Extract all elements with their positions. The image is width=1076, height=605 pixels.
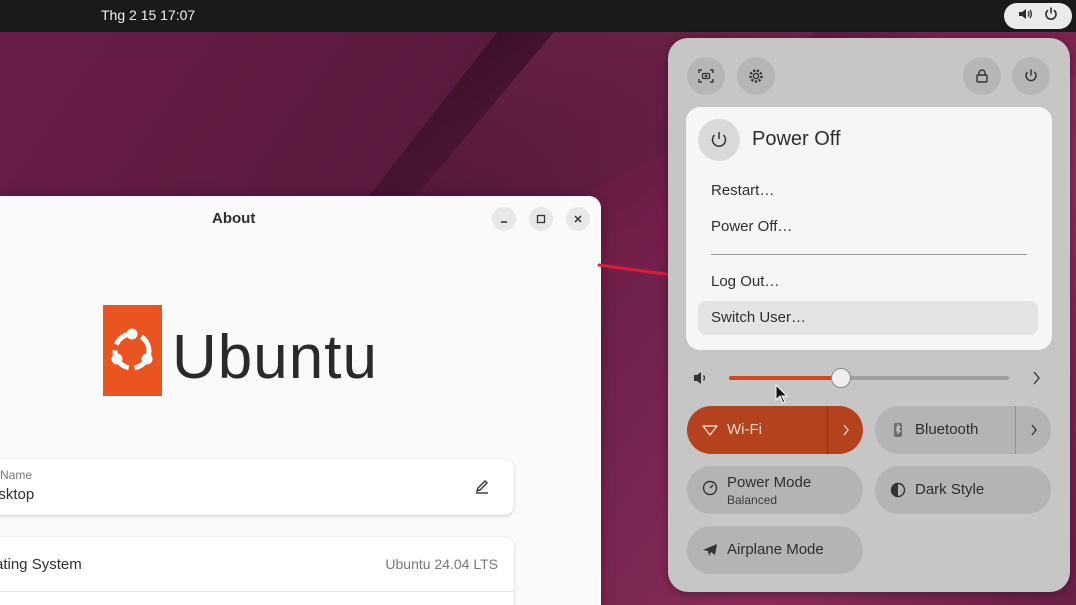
- chevron-right-icon[interactable]: [1030, 369, 1042, 387]
- device-name-label: e Name: [0, 468, 33, 482]
- lock-icon: [976, 69, 988, 83]
- speaker-icon: [1017, 6, 1033, 27]
- airplane-icon: [703, 544, 717, 556]
- settings-icon: [749, 69, 763, 83]
- power-icon: [1025, 69, 1037, 82]
- power-off-menu: Power Off Restart… Power Off… Log Out… S…: [686, 107, 1052, 350]
- dark-style-tile[interactable]: Dark Style: [875, 466, 1051, 514]
- airplane-mode-label: Airplane Mode: [727, 541, 824, 558]
- wifi-icon: [702, 425, 718, 436]
- power-mode-icon: [702, 480, 718, 496]
- menu-item-log-out[interactable]: Log Out…: [698, 265, 1038, 299]
- power-mode-value: Balanced: [727, 493, 778, 507]
- close-icon: [574, 215, 582, 223]
- power-button[interactable]: [1012, 57, 1050, 95]
- system-tray[interactable]: [1004, 3, 1072, 29]
- airplane-mode-tile[interactable]: Airplane Mode: [687, 526, 863, 574]
- lock-button[interactable]: [963, 57, 1001, 95]
- menu-item-power-off[interactable]: Power Off…: [698, 210, 1038, 244]
- window-title: About: [212, 210, 256, 227]
- about-window: About Ubuntu e Name esktop rating System…: [0, 196, 601, 605]
- mouse-cursor-icon: [775, 384, 789, 404]
- maximize-icon: [536, 214, 546, 224]
- os-label: rating System: [0, 556, 82, 573]
- minimize-button[interactable]: [492, 207, 516, 231]
- system-info-card: rating System Ubuntu 24.04 LTS: [0, 537, 514, 605]
- os-row: rating System Ubuntu 24.04 LTS: [0, 537, 514, 592]
- wifi-tile[interactable]: Wi-Fi: [687, 406, 863, 454]
- clock[interactable]: Thg 2 15 17:07: [101, 7, 195, 23]
- os-value: Ubuntu 24.04 LTS: [385, 556, 498, 572]
- menu-separator: [711, 254, 1027, 255]
- bluetooth-tile[interactable]: Bluetooth: [875, 406, 1051, 454]
- menu-item-restart[interactable]: Restart…: [698, 174, 1038, 208]
- device-name-value: esktop: [0, 486, 35, 503]
- dark-style-icon: [890, 482, 906, 498]
- ubuntu-logo-mark: [103, 305, 162, 396]
- edit-icon[interactable]: [472, 477, 492, 497]
- screenshot-button[interactable]: [687, 57, 725, 95]
- volume-icon[interactable]: [692, 370, 710, 386]
- power-mode-label: Power Mode: [727, 474, 812, 491]
- wifi-expand-button[interactable]: [827, 406, 863, 454]
- chevron-right-icon: [1030, 424, 1037, 436]
- quick-settings-panel: Power Off Restart… Power Off… Log Out… S…: [668, 38, 1070, 592]
- device-name-row[interactable]: e Name esktop: [0, 459, 514, 515]
- top-bar: Thg 2 15 17:07: [0, 0, 1076, 32]
- menu-item-switch-user[interactable]: Switch User…: [698, 301, 1038, 335]
- power-off-icon: [698, 119, 740, 161]
- wifi-label: Wi-Fi: [727, 421, 762, 438]
- volume-slider[interactable]: [729, 368, 1009, 388]
- screenshot-icon: [698, 69, 714, 83]
- power-mode-tile[interactable]: Power Mode Balanced: [687, 466, 863, 514]
- maximize-button[interactable]: [529, 207, 553, 231]
- chevron-right-icon: [842, 424, 849, 436]
- dark-style-label: Dark Style: [915, 481, 985, 498]
- close-button[interactable]: [566, 207, 590, 231]
- bluetooth-icon: [894, 423, 902, 437]
- minimize-icon: [501, 221, 507, 223]
- bluetooth-label: Bluetooth: [915, 421, 979, 438]
- bluetooth-expand-button[interactable]: [1015, 406, 1051, 454]
- volume-slider-fill: [729, 376, 841, 380]
- ubuntu-logo-text: Ubuntu: [172, 323, 378, 392]
- power-icon: [1043, 6, 1059, 27]
- power-menu-title: Power Off: [752, 128, 841, 150]
- volume-slider-knob[interactable]: [831, 368, 851, 388]
- settings-button[interactable]: [737, 57, 775, 95]
